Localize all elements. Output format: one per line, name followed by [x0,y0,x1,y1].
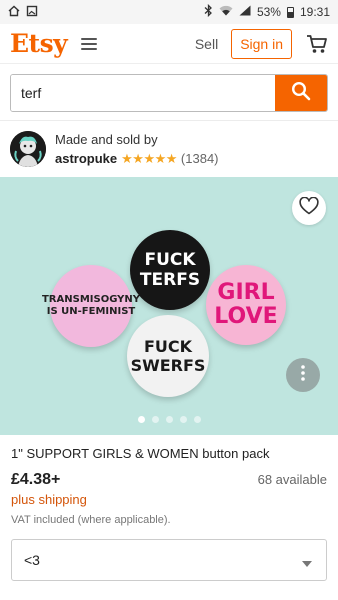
vat-note: VAT included (where applicable). [11,514,171,526]
variation-select-value: <3 [24,552,40,568]
favorite-button[interactable] [292,191,326,225]
rating-stars-icon: ★★★★★ [121,150,177,166]
shop-name[interactable]: astropuke [55,151,117,166]
made-by-label: Made and sold by [55,131,158,147]
price-row: £4.38+ 68 available [11,471,327,489]
image-icon [26,5,38,20]
home-outline-icon [8,5,20,20]
cart-icon[interactable] [306,34,328,54]
carousel-dot[interactable] [137,416,145,423]
status-right: 53% 19:31 [204,3,330,20]
more-vertical-icon [301,364,305,386]
sign-in-button[interactable]: Sign in [231,28,292,59]
battery-percent: 53% [256,5,281,19]
carousel-dot[interactable] [193,416,201,423]
product-image[interactable]: TRANSMISOGYNY IS UN-FEMINIST FUCK TERFS … [0,177,338,435]
menu-icon[interactable] [81,37,98,50]
search-input[interactable] [11,75,275,111]
carousel-dot[interactable] [179,416,187,423]
review-count[interactable]: (1384) [181,151,219,166]
status-bar: 53% 19:31 [0,0,338,24]
search-bar [0,64,338,120]
wifi-icon [219,5,233,19]
badge-fuck-swerfs: FUCK SWERFS [127,315,209,397]
seller-avatar[interactable] [10,131,46,167]
product-price: £4.38+ [11,471,61,488]
more-options-button[interactable] [286,358,320,392]
status-left [8,5,38,20]
carousel-dot[interactable] [151,416,159,423]
carousel-dot[interactable] [165,416,173,423]
seller-text: Made and sold by astropuke ★★★★★ (1384) [55,132,219,167]
bluetooth-icon [204,3,213,20]
carousel-dots [0,416,338,423]
variation-select[interactable]: <3 [11,539,327,581]
app-header: Etsy Sell Sign in [0,24,338,64]
shipping-link[interactable]: plus shipping [11,492,327,507]
seller-info[interactable]: Made and sold by astropuke ★★★★★ (1384) [0,120,338,177]
chevron-down-icon [302,561,312,567]
product-title: 1" SUPPORT GIRLS & WOMEN button pack [11,446,270,461]
signal-icon [239,5,251,19]
badge-fuck-terfs: FUCK TERFS [130,230,210,310]
battery-icon [286,6,294,18]
seller-row: astropuke ★★★★★ (1384) [55,151,219,167]
badge-transmisogyny: TRANSMISOGYNY IS UN-FEMINIST [42,265,140,347]
product-info: 1" SUPPORT GIRLS & WOMEN button pack £4.… [0,435,338,526]
stock-available: 68 available [257,472,327,487]
search-box [10,74,328,112]
badge-girl-love: GIRL LOVE [206,265,286,345]
etsy-logo[interactable]: Etsy [10,29,68,58]
clock: 19:31 [299,5,330,19]
sell-link[interactable]: Sell [195,36,218,52]
search-icon [291,81,311,106]
heart-icon [299,196,319,220]
search-button[interactable] [275,75,327,111]
